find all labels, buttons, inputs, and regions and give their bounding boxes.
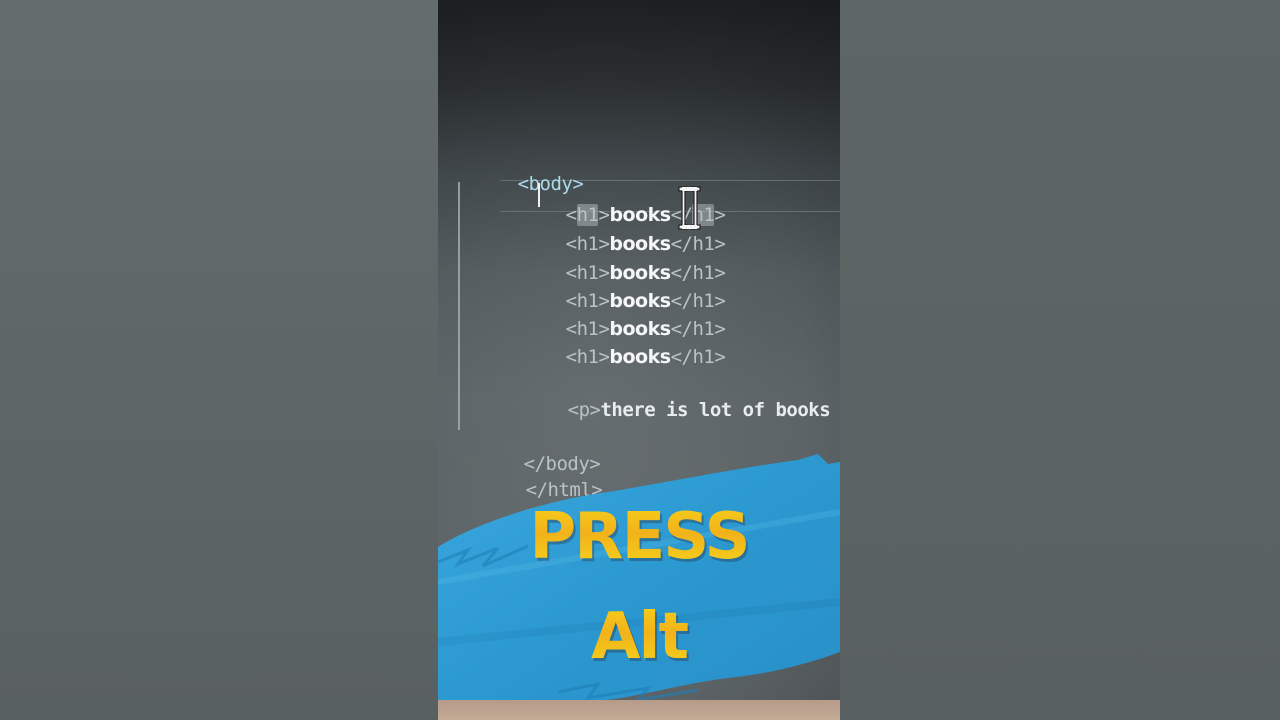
h1-close-tag: </h1>: [670, 346, 726, 368]
blue-brush-stroke: [438, 454, 840, 714]
overlay-press-label: PRESS: [438, 500, 840, 574]
h1-open-tag: <h1>: [565, 346, 610, 368]
h1-text: books: [609, 346, 671, 368]
indent-guide: [458, 182, 460, 430]
paragraph-text: there is lot of books to re: [600, 399, 831, 421]
p-open-tag: <p>: [567, 399, 601, 421]
desk-surface: [438, 700, 840, 720]
blurred-background-right: [840, 0, 1280, 720]
text-caret: [538, 183, 540, 207]
blurred-background-left: [0, 0, 438, 720]
i-beam-cursor-icon: [678, 186, 701, 230]
video-frame: <body> <h1>books</h1> <h1>books</h1> <h1…: [438, 0, 840, 720]
overlay-alt-label: Alt: [438, 600, 840, 674]
